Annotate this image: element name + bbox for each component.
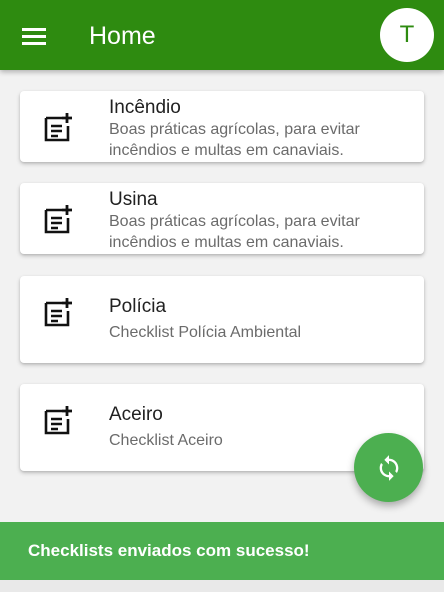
bottom-divider xyxy=(0,580,444,592)
app-bar: Home T xyxy=(0,0,444,70)
menu-button[interactable] xyxy=(12,14,56,58)
snackbar: Checklists enviados com sucesso! xyxy=(0,522,444,580)
snackbar-message: Checklists enviados com sucesso! xyxy=(28,541,310,560)
note-add-icon xyxy=(44,113,72,142)
checklist-card-incendio[interactable]: Incêndio Boas práticas agrícolas, para e… xyxy=(20,91,424,162)
card-title: Incêndio xyxy=(109,97,181,118)
card-title: Aceiro xyxy=(109,404,163,425)
card-title: Polícia xyxy=(109,296,167,317)
checklist-card-policia[interactable]: Polícia Checklist Polícia Ambiental xyxy=(20,276,424,363)
card-subtitle: Boas práticas agrícolas, para evitar inc… xyxy=(109,121,360,159)
card-subtitle: Boas práticas agrícolas, para evitar inc… xyxy=(109,213,360,251)
card-title: Usina xyxy=(109,189,158,210)
sync-icon xyxy=(379,454,398,481)
menu-icon xyxy=(22,28,46,45)
sync-button[interactable] xyxy=(354,433,423,502)
note-add-icon xyxy=(44,406,72,435)
note-add-icon xyxy=(44,298,72,327)
note-add-icon xyxy=(44,205,72,234)
user-avatar[interactable]: T xyxy=(380,8,434,62)
card-subtitle: Checklist Polícia Ambiental xyxy=(109,324,302,341)
checklist-card-usina[interactable]: Usina Boas práticas agrícolas, para evit… xyxy=(20,183,424,254)
page-title: Home xyxy=(89,22,156,50)
